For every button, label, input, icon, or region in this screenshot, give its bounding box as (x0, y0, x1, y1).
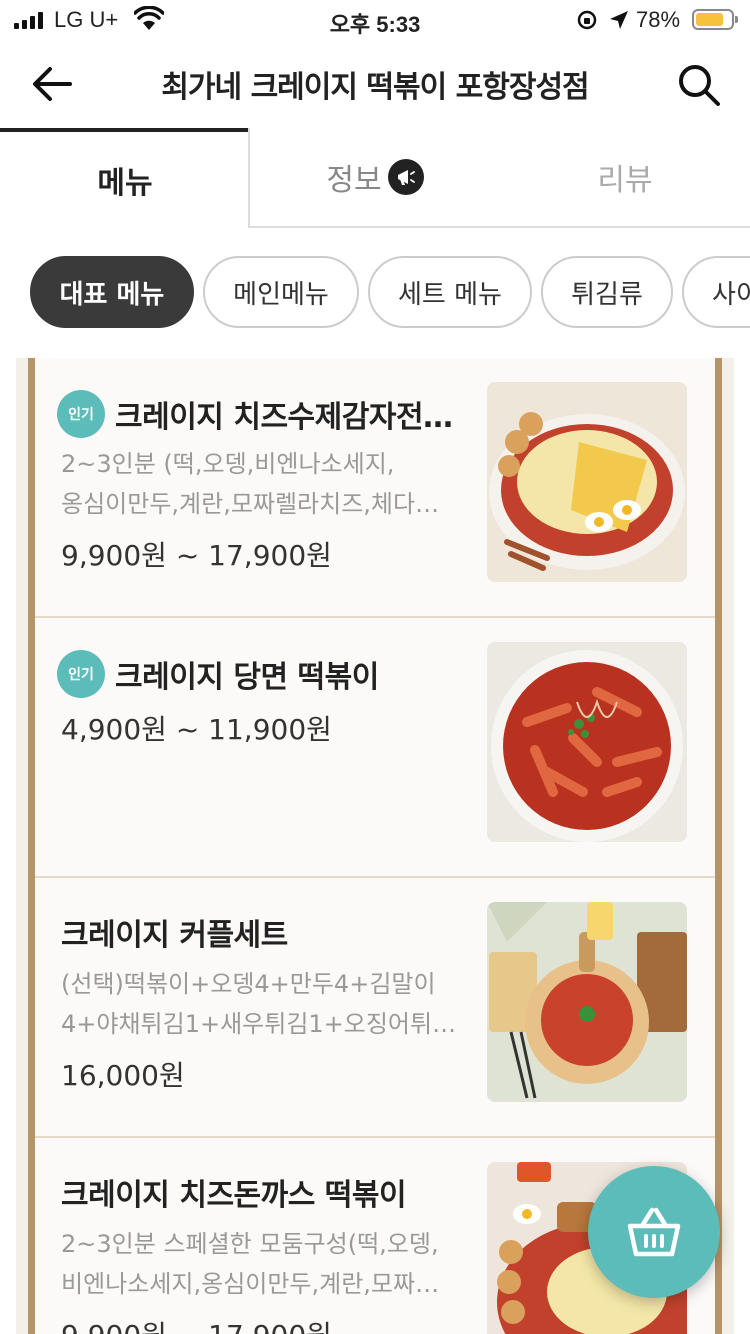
tab-review[interactable]: 리뷰 (500, 128, 750, 228)
store-tabs: 메뉴 정보 리뷰 (0, 128, 750, 228)
chip-side[interactable]: 사이 (682, 256, 750, 328)
menu-item-price: 16,000원 (61, 1059, 185, 1092)
menu-item-description: 2~3인분 스페셜한 모둠구성(떡,오뎅, 비엔나소세지,옹심이만두,계란,모짜… (61, 1224, 461, 1304)
glass-noodle-tteokbokki-photo (487, 642, 687, 842)
chip-set-menu[interactable]: 세트 메뉴 (368, 256, 532, 328)
description-line: 2~3인분 (떡,오뎅,비엔나소세지, (61, 450, 395, 478)
menu-item-name-row: 크레이지 치즈돈까스 떡볶이 (61, 1170, 406, 1214)
tab-review-label: 리뷰 (597, 163, 653, 198)
cheese-potato-tteokbokki-photo (487, 382, 687, 582)
search-icon[interactable] (676, 62, 722, 108)
menu-item-price: 9,900원 ~ 17,900원 (61, 1314, 332, 1334)
menu-item-price: 4,900원 ~ 11,900원 (61, 713, 332, 746)
menu-item-name-row: 인기 크레이지 당면 떡볶이 (57, 650, 379, 698)
chip-main-menu[interactable]: 메인메뉴 (203, 256, 359, 328)
tab-menu-label: 메뉴 (97, 166, 153, 201)
menu-item-name: 크레이지 치즈돈까스 떡볶이 (61, 1178, 407, 1213)
description-line: 비엔나소세지,옹심이만두,계란,모짜… (61, 1270, 440, 1298)
page-title: 최가네 크레이지 떡볶이 포항장성점 (161, 70, 589, 105)
tab-menu[interactable]: 메뉴 (0, 128, 250, 228)
menu-item-name: 크레이지 당면 떡볶이 (115, 660, 379, 695)
menu-item-name: 크레이지 치즈수제감자전… (115, 400, 453, 435)
menu-item-name-row: 인기 크레이지 치즈수제감자전… (57, 390, 453, 438)
menu-item-name: 크레이지 커플세트 (61, 918, 288, 953)
menu-item-description: (선택)떡볶이+오뎅4+만두4+김말이 4+야채튀김1+새우튀김1+오징어튀… (61, 964, 461, 1044)
menu-item[interactable]: 인기 크레이지 당면 떡볶이 4,900원 ~ 11,900원 (35, 618, 715, 878)
tab-info-label: 정보 (326, 163, 382, 198)
menu-item[interactable]: 인기 크레이지 치즈수제감자전… 2~3인분 (떡,오뎅,비엔나소세지, 옹심이… (35, 358, 715, 618)
chip-signature-menu[interactable]: 대표 메뉴 (30, 256, 194, 328)
back-arrow-icon[interactable] (30, 64, 74, 104)
battery-fill (696, 13, 723, 26)
megaphone-icon (387, 159, 424, 195)
description-line: 옹심이만두,계란,모짜렐라치즈,체다… (61, 490, 440, 518)
orientation-lock-icon (577, 10, 597, 30)
chip-fried[interactable]: 튀김류 (541, 256, 673, 328)
tab-info[interactable]: 정보 (248, 128, 500, 228)
menu-item-price: 9,900원 ~ 17,900원 (61, 539, 332, 572)
couple-set-photo (487, 902, 687, 1102)
menu-item[interactable]: 크레이지 커플세트 (선택)떡볶이+오뎅4+만두4+김말이 4+야채튀김1+새우… (35, 878, 715, 1138)
description-line: 2~3인분 스페셜한 모둠구성(떡,오뎅, (61, 1230, 439, 1258)
description-line: 4+야채튀김1+새우튀김1+오징어튀… (61, 1010, 457, 1038)
category-chips: 대표 메뉴 메인메뉴 세트 메뉴 튀김류 사이 (0, 256, 750, 330)
battery-percent: 78% (636, 7, 681, 32)
menu-item-description: 2~3인분 (떡,오뎅,비엔나소세지, 옹심이만두,계란,모짜렐라치즈,체다… (61, 444, 461, 524)
menu-item-name-row: 크레이지 커플세트 (61, 910, 288, 954)
cart-basket-icon (627, 1207, 681, 1257)
popular-badge: 인기 (57, 650, 105, 698)
app-header: 최가네 크레이지 떡볶이 포항장성점 (0, 40, 750, 128)
location-icon (610, 11, 628, 29)
battery-icon (692, 9, 738, 30)
cart-button[interactable] (588, 1166, 720, 1298)
popular-badge: 인기 (57, 390, 105, 438)
description-line: (선택)떡볶이+오뎅4+만두4+김말이 (61, 970, 436, 998)
status-bar: LG U+ 오후 5:33 78% (0, 0, 750, 40)
